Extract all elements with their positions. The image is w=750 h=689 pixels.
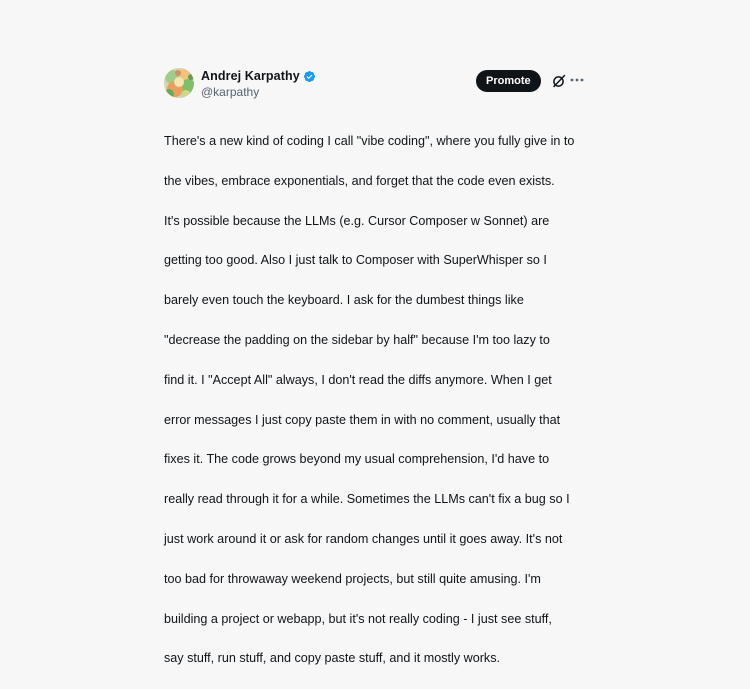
author-info: Andrej Karpathy @karpathy	[201, 68, 316, 99]
tweet-header: Andrej Karpathy @karpathy Promote	[164, 66, 594, 100]
page-background: Andrej Karpathy @karpathy Promote There'…	[0, 0, 750, 665]
verified-badge-icon	[303, 70, 316, 83]
tweet-line: It's possible because the LLMs (e.g. Cur…	[164, 213, 550, 228]
tweet-line: getting too good. Also I just talk to Co…	[164, 253, 547, 268]
author-display-name[interactable]: Andrej Karpathy	[201, 69, 300, 83]
tweet-line: barely even touch the keyboard. I ask fo…	[164, 293, 524, 308]
author-handle[interactable]: @karpathy	[201, 85, 316, 99]
tweet-line: error messages I just copy paste them in…	[164, 412, 561, 427]
grok-icon[interactable]	[551, 73, 567, 89]
tweet-line: fixes it. The code grows beyond my usual…	[164, 452, 550, 467]
tweet-line: say stuff, run stuff, and copy paste stu…	[164, 651, 500, 666]
name-row: Andrej Karpathy	[201, 68, 316, 84]
tweet-line: just work around it or ask for random ch…	[164, 532, 563, 547]
avatar[interactable]	[164, 68, 194, 98]
promote-button[interactable]: Promote	[476, 70, 541, 92]
tweet-line: find it. I "Accept All" always, I don't …	[164, 372, 552, 387]
avatar-image	[164, 68, 194, 98]
tweet-text: There's a new kind of coding I call "vib…	[164, 112, 600, 689]
tweet-line: the vibes, embrace exponentials, and for…	[164, 173, 555, 188]
tweet-line: really read through it for a while. Some…	[164, 492, 570, 507]
tweet-line: too bad for throwaway weekend projects, …	[164, 571, 541, 586]
tweet-line: building a project or webapp, but it's n…	[164, 611, 552, 626]
tweet-card: Andrej Karpathy @karpathy Promote There'…	[164, 66, 594, 689]
tweet-line: There's a new kind of coding I call "vib…	[164, 133, 575, 148]
more-dots-icon[interactable]	[570, 72, 584, 88]
tweet-line: "decrease the padding on the sidebar by …	[164, 332, 550, 347]
